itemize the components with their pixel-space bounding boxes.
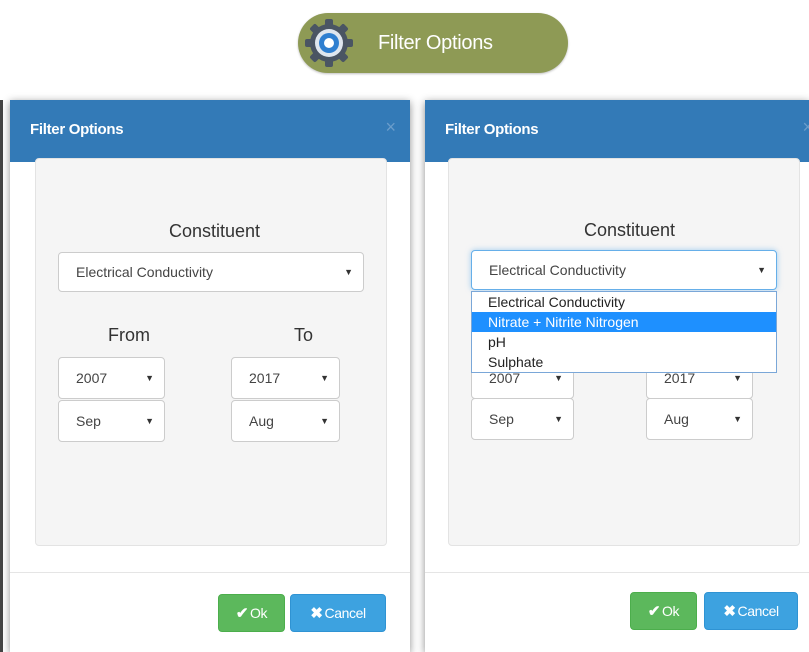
from-month-value: Sep — [76, 413, 101, 429]
filter-dialog: Filter Options × Constituent Electrical … — [10, 100, 410, 652]
from-year-select[interactable]: 2007 ▼ — [58, 357, 165, 399]
dropdown-option-highlighted[interactable]: Nitrate + Nitrite Nitrogen — [472, 312, 776, 332]
chevron-down-icon: ▼ — [554, 414, 563, 424]
to-month-select[interactable]: Aug ▼ — [231, 400, 340, 442]
chevron-down-icon: ▼ — [320, 416, 329, 426]
from-label: From — [108, 325, 150, 345]
cancel-label: Cancel — [737, 603, 779, 619]
cancel-label: Cancel — [324, 605, 366, 621]
dropdown-option[interactable]: Sulphate — [472, 352, 776, 372]
constituent-value: Electrical Conductivity — [489, 262, 626, 278]
to-month-select[interactable]: Aug ▼ — [646, 398, 753, 440]
check-icon: ✔ — [235, 605, 249, 622]
to-month-value: Aug — [664, 411, 689, 427]
close-icon[interactable]: × — [385, 118, 396, 136]
to-year-value: 2017 — [249, 370, 281, 386]
dropdown-option[interactable]: Electrical Conductivity — [472, 292, 776, 312]
to-month-value: Aug — [249, 413, 274, 429]
check-icon: ✔ — [647, 603, 661, 620]
gear-icon — [305, 19, 353, 67]
from-month-select[interactable]: Sep ▼ — [471, 398, 574, 440]
x-icon: ✖ — [723, 603, 736, 620]
constituent-value: Electrical Conductivity — [76, 264, 213, 280]
chevron-down-icon: ▼ — [320, 373, 329, 383]
filter-options-label: Filter Options — [378, 32, 493, 54]
ok-label: Ok — [250, 605, 268, 621]
cancel-button[interactable]: ✖ Cancel — [290, 594, 386, 632]
constituent-label: Constituent — [584, 220, 676, 240]
cancel-button[interactable]: ✖ Cancel — [704, 592, 798, 630]
ok-button[interactable]: ✔ Ok — [218, 594, 285, 632]
chevron-down-icon: ▼ — [733, 414, 742, 424]
dropdown-option[interactable]: pH — [472, 332, 776, 352]
x-icon: ✖ — [310, 605, 323, 622]
constituent-label: Constituent — [169, 221, 261, 241]
ok-label: Ok — [662, 603, 680, 619]
constituent-select[interactable]: Electrical Conductivity ▼ — [471, 250, 777, 290]
constituent-select[interactable]: Electrical Conductivity ▼ — [58, 252, 364, 292]
left-window-edge — [0, 100, 3, 652]
chevron-down-icon: ▼ — [554, 373, 563, 383]
dialog-body: Constituent Electrical Conductivity ▼ Fr… — [35, 158, 387, 546]
footer-divider — [425, 572, 809, 573]
chevron-down-icon: ▼ — [145, 416, 154, 426]
constituent-dropdown-list: Electrical Conductivity Nitrate + Nitrit… — [471, 291, 777, 373]
footer-divider — [10, 572, 410, 573]
filter-dialog-open: Filter Options × Constituent 2007 ▼ Sep … — [425, 100, 809, 652]
ok-button[interactable]: ✔ Ok — [630, 592, 697, 630]
chevron-down-icon: ▼ — [733, 373, 742, 383]
from-month-value: Sep — [489, 411, 514, 427]
to-year-select[interactable]: 2017 ▼ — [231, 357, 340, 399]
dialog-title: Filter Options — [30, 121, 124, 138]
close-icon[interactable]: × — [802, 118, 809, 136]
to-label: To — [294, 325, 314, 345]
from-year-value: 2007 — [76, 370, 108, 386]
chevron-down-icon: ▼ — [344, 267, 353, 277]
filter-options-button[interactable]: Filter Options — [298, 13, 568, 73]
from-month-select[interactable]: Sep ▼ — [58, 400, 165, 442]
dialog-header: Filter Options × — [425, 100, 809, 162]
chevron-down-icon: ▼ — [757, 265, 766, 275]
dialog-title: Filter Options — [445, 121, 539, 138]
dialog-header: Filter Options × — [10, 100, 410, 162]
chevron-down-icon: ▼ — [145, 373, 154, 383]
